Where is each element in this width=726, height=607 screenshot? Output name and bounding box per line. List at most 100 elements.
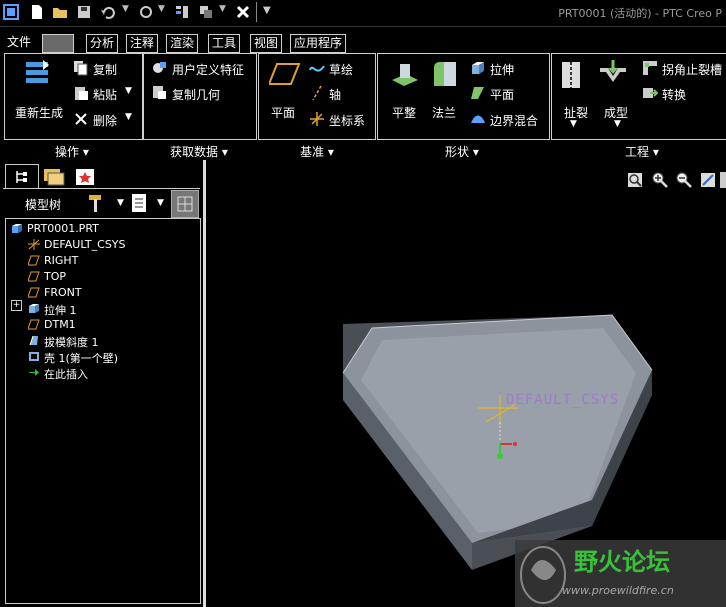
- expand-icon[interactable]: +: [11, 300, 22, 311]
- group-label-get-data[interactable]: 获取数据 ▾: [170, 143, 228, 160]
- part-icon: [12, 224, 22, 233]
- toolbar-divider: [256, 2, 257, 22]
- graphics-viewport[interactable]: DEFAULT_CSYS 野火论坛 www.proewildfire.cn: [206, 190, 726, 607]
- csys-button[interactable]: 坐标系: [329, 112, 365, 129]
- copy-geometry-button[interactable]: 复制几何: [172, 86, 220, 103]
- ribbon-group-operations: 重新生成 复制 粘贴 ▼ 删除 ▼: [4, 53, 143, 140]
- tree-item-draft[interactable]: 拔模斜度 1: [44, 334, 99, 350]
- chevron-down-icon[interactable]: ▼: [614, 119, 621, 129]
- app-window-icon[interactable]: [3, 4, 19, 20]
- tree-item-part[interactable]: PRT0001.PRT: [27, 222, 99, 235]
- group-label-operations[interactable]: 操作 ▾: [55, 143, 89, 160]
- planar-button[interactable]: 平整: [392, 104, 416, 121]
- sketch-button[interactable]: 草绘: [329, 61, 353, 78]
- plane-icon: [269, 63, 301, 85]
- tree-item-default-csys[interactable]: DEFAULT_CSYS: [44, 238, 126, 251]
- group-label-datum[interactable]: 基准 ▾: [300, 143, 334, 160]
- ribbon-group-engineering: 扯裂 ▼ 成型 ▼ 拐角止裂槽 转换: [551, 53, 726, 140]
- datum-plane-icon: [28, 319, 40, 330]
- chevron-down-icon[interactable]: ▼: [219, 4, 226, 14]
- group-label-engineering[interactable]: 工程 ▾: [625, 143, 659, 160]
- tab-tools[interactable]: 工具: [208, 34, 241, 53]
- tab-render[interactable]: 渲染: [166, 34, 199, 53]
- tree-item-extrude[interactable]: 拉伸 1: [44, 302, 77, 318]
- tab-analysis[interactable]: 分析: [86, 34, 119, 53]
- menu-tab-bar: 文件 模型 分析 注释 渲染 工具 视图 应用程序: [0, 34, 726, 54]
- udf-button[interactable]: 用户定义特征: [172, 61, 244, 78]
- flange-button[interactable]: 法兰: [432, 104, 456, 121]
- chevron-down-icon[interactable]: ▼: [125, 86, 132, 96]
- tools-hammer-icon[interactable]: [87, 193, 105, 213]
- insert-here-arrow-icon: [29, 369, 39, 376]
- close-icon[interactable]: [235, 4, 251, 20]
- regenerate-icon: [26, 60, 49, 83]
- windows-icon[interactable]: [174, 4, 190, 20]
- switch-window-icon[interactable]: [198, 4, 214, 20]
- regenerate-quick-icon[interactable]: [138, 4, 154, 20]
- chevron-down-icon[interactable]: ▼: [125, 112, 132, 122]
- boundary-blend-button[interactable]: 边界混合: [490, 112, 538, 129]
- window-title: PRT0001 (活动的) - PTC Creo P: [558, 7, 722, 20]
- customize-toolbar-icon[interactable]: ▼: [263, 5, 271, 16]
- show-toggle-button[interactable]: [171, 190, 199, 218]
- csys-label: DEFAULT_CSYS: [506, 392, 619, 408]
- regenerate-button[interactable]: 重新生成: [15, 104, 63, 121]
- navigator-pane: 模型树 ▼ ▼ PRT0001.PRT DEFAULT_CSYS RIGHT T…: [3, 162, 202, 604]
- copy-button[interactable]: 复制: [93, 61, 117, 78]
- delete-icon: [75, 113, 87, 125]
- ribbon-group-get-data: 用户定义特征 复制几何: [143, 53, 257, 140]
- extrude-button[interactable]: 拉伸: [490, 61, 514, 78]
- watermark-url: www.proewildfire.cn: [562, 584, 674, 597]
- chevron-down-icon[interactable]: ▼: [158, 4, 165, 14]
- chevron-down-icon[interactable]: ▼: [157, 198, 164, 208]
- rip-icon: [562, 62, 580, 88]
- chevron-down-icon[interactable]: ▼: [122, 4, 129, 14]
- toolbar-overflow[interactable]: [720, 172, 726, 188]
- tree-item-front[interactable]: FRONT: [44, 286, 82, 299]
- favorites-icon[interactable]: [75, 168, 95, 186]
- chevron-down-icon[interactable]: ▼: [570, 119, 577, 129]
- axis-button[interactable]: 轴: [329, 86, 341, 103]
- boundary-blend-icon: [471, 115, 485, 123]
- tab-applications[interactable]: 应用程序: [290, 34, 347, 53]
- tree-item-right[interactable]: RIGHT: [44, 254, 78, 267]
- open-folder-icon[interactable]: [52, 4, 68, 20]
- datum-plane-icon: [28, 287, 40, 298]
- tab-view[interactable]: 视图: [250, 34, 283, 53]
- flat-button[interactable]: 平面: [490, 86, 514, 103]
- form-icon: [600, 60, 626, 82]
- tree-item-dtm1[interactable]: DTM1: [44, 318, 76, 331]
- repaint-icon[interactable]: [700, 172, 716, 188]
- delete-button[interactable]: 删除: [93, 112, 117, 129]
- zoom-out-icon[interactable]: [676, 172, 692, 188]
- convert-button[interactable]: 转换: [662, 86, 686, 103]
- plane-button[interactable]: 平面: [271, 104, 295, 121]
- csys-icon: [28, 239, 40, 250]
- watermark-text: 野火论坛: [574, 548, 670, 576]
- corner-relief-button[interactable]: 拐角止裂槽: [662, 61, 722, 78]
- chevron-down-icon[interactable]: ▼: [117, 198, 124, 208]
- extrude-feature-icon: [29, 304, 39, 313]
- save-icon[interactable]: [76, 4, 92, 20]
- settings-list-icon[interactable]: [131, 193, 147, 213]
- tab-annotate[interactable]: 注释: [126, 34, 159, 53]
- tab-model-tree[interactable]: [5, 164, 39, 189]
- model-tree-panel: PRT0001.PRT DEFAULT_CSYS RIGHT TOP FRONT…: [5, 218, 201, 604]
- undo-icon[interactable]: [100, 4, 116, 20]
- group-label-shapes[interactable]: 形状 ▾: [445, 143, 479, 160]
- flat-icon: [471, 87, 484, 99]
- paste-button[interactable]: 粘贴: [93, 86, 117, 103]
- new-file-icon[interactable]: [29, 4, 45, 20]
- refit-icon[interactable]: [627, 172, 643, 188]
- tree-item-top[interactable]: TOP: [44, 270, 66, 283]
- watermark: 野火论坛 www.proewildfire.cn: [515, 540, 726, 607]
- tab-model[interactable]: 模型: [42, 34, 75, 53]
- tab-file[interactable]: 文件: [4, 34, 34, 51]
- paste-icon: [75, 87, 88, 100]
- folder-browser-icon[interactable]: [43, 168, 65, 186]
- tree-item-shell[interactable]: 壳 1(第一个壁): [44, 350, 118, 366]
- tree-item-insert-here[interactable]: 在此插入: [44, 366, 88, 382]
- datum-plane-icon: [28, 271, 40, 282]
- planar-wall-icon: [392, 64, 418, 86]
- zoom-in-icon[interactable]: [652, 172, 668, 188]
